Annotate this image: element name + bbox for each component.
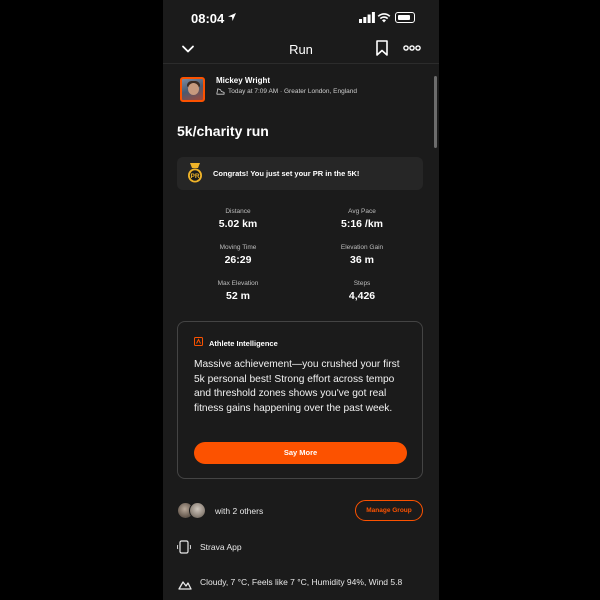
athlete-intelligence-heading: Athlete Intelligence	[209, 339, 278, 348]
athlete-intelligence-card: Athlete Intelligence Massive achievement…	[177, 321, 423, 479]
stat-value: 36 m	[350, 254, 374, 266]
nav-bar: Run	[163, 36, 439, 62]
phone-icon	[177, 540, 191, 554]
athlete-avatar[interactable]	[180, 77, 205, 102]
stat-value: 5.02 km	[218, 218, 258, 230]
stat-moving-time: Moving Time 26:29	[183, 244, 293, 266]
scrollbar[interactable]	[434, 76, 437, 148]
stat-value: 5:16 /km	[340, 218, 384, 230]
device-name: Strava App	[200, 542, 242, 552]
stat-distance: Distance 5.02 km	[183, 208, 293, 230]
activity-title: 5k/charity run	[177, 123, 269, 139]
battery-icon	[395, 12, 415, 23]
athlete-intelligence-icon	[194, 337, 203, 346]
status-bar: 08:04	[163, 0, 439, 36]
phone-screen: 08:04 Run Mickey Wright Today at 7:09 AM…	[163, 0, 439, 600]
page-title: Run	[289, 42, 313, 57]
activity-meta: Today at 7:09 AM · Greater London, Engla…	[228, 88, 358, 95]
cloud-icon	[178, 581, 192, 590]
stat-steps: Steps 4,426	[307, 280, 417, 302]
weather-text: Cloudy, 7 °C, Feels like 7 °C, Humidity …	[200, 577, 403, 587]
athlete-intelligence-body: Massive achievement—you crushed your fir…	[194, 359, 400, 414]
group-text[interactable]: with 2 others	[215, 506, 263, 516]
pr-banner-text: Congrats! You just set your PR in the 5K…	[213, 169, 360, 178]
stat-value: 4,426	[348, 290, 376, 302]
bookmark-icon[interactable]	[375, 40, 389, 56]
stat-value: 26:29	[224, 254, 252, 266]
pr-medal-icon: PR	[188, 163, 202, 183]
stat-label: Moving Time	[219, 244, 257, 251]
more-icon[interactable]	[403, 43, 421, 53]
stat-label: Steps	[353, 280, 371, 287]
running-shoe-icon	[216, 88, 225, 95]
stat-label: Max Elevation	[217, 280, 259, 287]
cellular-signal-icon	[359, 12, 375, 23]
svg-text:PR: PR	[190, 173, 199, 180]
stat-value: 52 m	[226, 290, 250, 302]
stat-label: Distance	[225, 208, 251, 215]
stat-label: Elevation Gain	[340, 244, 384, 251]
wifi-icon	[377, 13, 391, 23]
say-more-button[interactable]: Say More	[194, 442, 407, 464]
stat-avg-pace: Avg Pace 5:16 /km	[307, 208, 417, 230]
stat-label: Avg Pace	[348, 208, 376, 215]
status-time: 08:04	[191, 11, 225, 26]
stat-elevation-gain: Elevation Gain 36 m	[307, 244, 417, 266]
stat-max-elevation: Max Elevation 52 m	[183, 280, 293, 302]
nav-divider	[163, 63, 439, 64]
athlete-name[interactable]: Mickey Wright	[216, 76, 270, 85]
group-member-avatar[interactable]	[189, 502, 206, 519]
manage-group-button[interactable]: Manage Group	[355, 500, 423, 521]
location-arrow-icon	[228, 13, 236, 21]
pr-banner[interactable]: PR Congrats! You just set your PR in the…	[177, 157, 423, 190]
